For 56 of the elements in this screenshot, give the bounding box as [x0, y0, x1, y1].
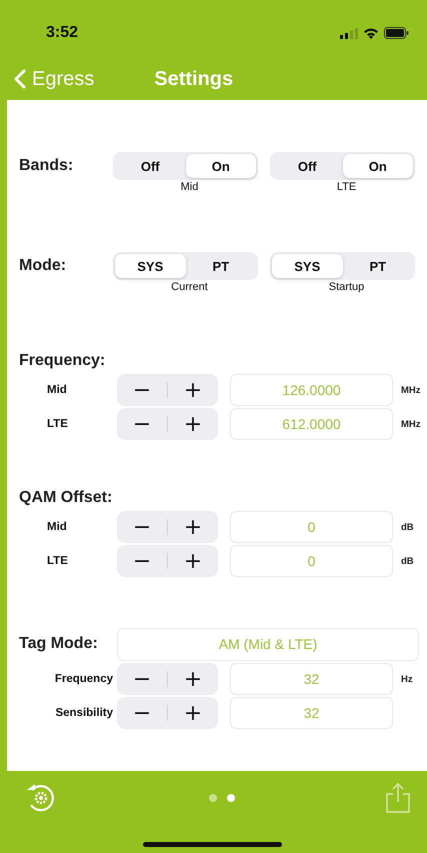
wifi-icon	[363, 27, 379, 39]
control-caption: Current	[170, 281, 208, 293]
unit-label: MHz	[401, 418, 421, 430]
increment-button[interactable]: +	[168, 663, 218, 695]
increment-button[interactable]: +	[168, 374, 218, 406]
control-caption: LTE	[336, 181, 356, 193]
row-label: Mid	[46, 521, 68, 533]
page-dot[interactable]	[208, 794, 216, 802]
segment-tab[interactable]: Off	[115, 154, 186, 178]
screen-title: Settings	[154, 68, 234, 90]
share-icon	[385, 782, 411, 814]
row-label: Mid	[46, 384, 68, 396]
signal-icon	[340, 28, 358, 38]
chevron-left-icon	[14, 69, 26, 89]
increment-button[interactable]: +	[168, 408, 218, 440]
increment-button[interactable]: +	[168, 697, 218, 729]
share-button[interactable]	[385, 782, 411, 814]
row-label: Frequency	[54, 673, 114, 685]
control-caption: Startup	[328, 281, 364, 293]
battery-icon	[384, 27, 409, 39]
increment-button[interactable]: +	[168, 511, 218, 543]
stepper[interactable]: − +	[117, 408, 218, 440]
unit-label: MHz	[401, 384, 421, 396]
decrement-button[interactable]: −	[117, 408, 167, 440]
segment-tab[interactable]: PT	[186, 254, 256, 278]
stepper[interactable]: − +	[117, 545, 218, 577]
row-label: LTE	[46, 555, 69, 567]
segment-tab[interactable]: On	[186, 154, 256, 178]
stepper[interactable]: − +	[117, 374, 218, 406]
page-dot[interactable]	[226, 794, 234, 802]
stepper[interactable]: − +	[117, 697, 218, 729]
decrement-button[interactable]: −	[117, 374, 167, 406]
increment-button[interactable]: +	[168, 545, 218, 577]
segment-tab[interactable]: PT	[342, 254, 413, 278]
status-time: 3:52	[46, 24, 78, 42]
unit-label: dB	[401, 556, 414, 566]
segment-tab[interactable]: On	[342, 154, 413, 178]
section-label: Tag Mode:	[18, 635, 99, 653]
section-label: Mode:	[18, 256, 68, 276]
segment-tab[interactable]: SYS	[272, 254, 342, 278]
row-label: LTE	[46, 418, 69, 430]
section-label: QAM Offset:	[18, 489, 114, 508]
stepper[interactable]: − +	[117, 511, 218, 543]
row-label: Sensibility	[54, 707, 114, 719]
decrement-button[interactable]: −	[117, 545, 167, 577]
decrement-button[interactable]: −	[117, 511, 167, 543]
stepper[interactable]: − +	[117, 663, 218, 695]
segment-tab[interactable]: Off	[272, 154, 342, 178]
unit-label: Hz	[401, 674, 413, 684]
unit-label: dB	[401, 522, 414, 532]
section-label: Bands:	[18, 156, 74, 176]
decrement-button[interactable]: −	[117, 663, 167, 695]
control-caption: Mid	[180, 181, 198, 193]
decrement-button[interactable]: −	[117, 697, 167, 729]
segment-tab[interactable]: SYS	[115, 254, 186, 278]
section-label: Frequency:	[18, 352, 106, 371]
